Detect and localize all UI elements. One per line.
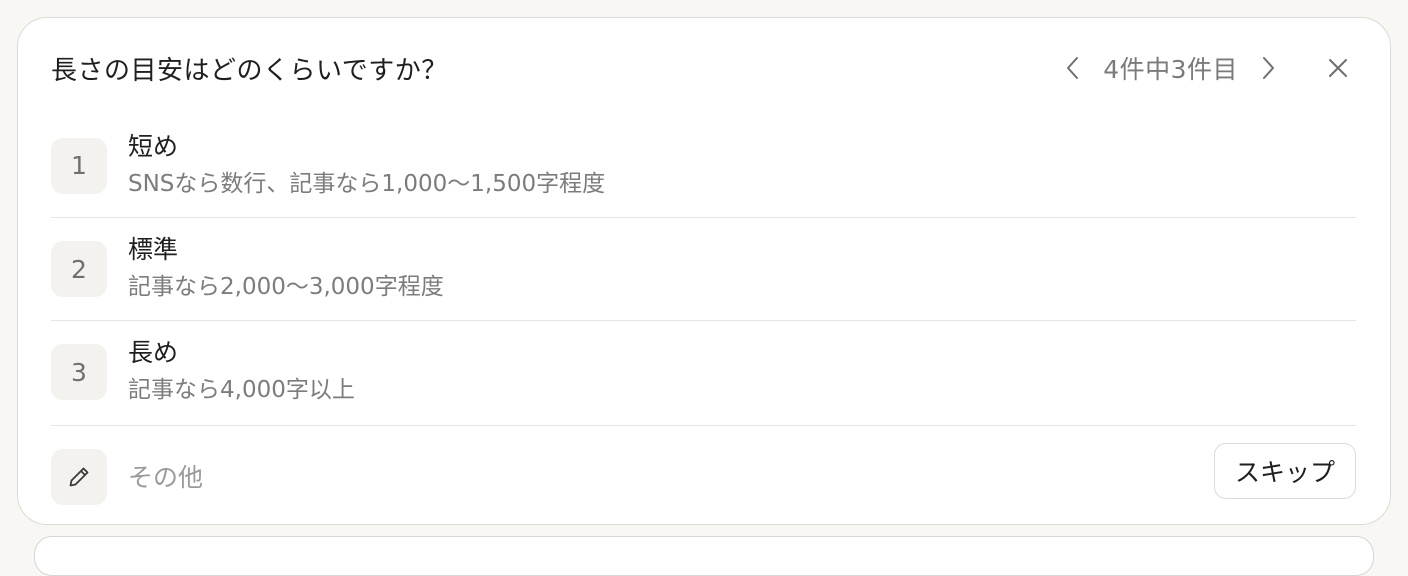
option-text: 長め 記事なら4,000字以上 — [128, 336, 355, 408]
option-item[interactable]: 3 長め 記事なら4,000字以上 — [51, 320, 1356, 423]
other-answer-row: スキップ — [51, 425, 1356, 528]
option-item[interactable]: 1 短め SNSなら数行、記事なら1,000〜1,500字程度 — [51, 114, 1356, 217]
option-label: 短め — [128, 131, 179, 161]
next-question-button[interactable] — [1248, 48, 1288, 88]
option-label: 標準 — [128, 235, 179, 264]
option-list: 1 短め SNSなら数行、記事なら1,000〜1,500字程度 2 標準 記事な… — [51, 114, 1356, 423]
chevron-right-icon — [1263, 57, 1274, 79]
option-number: 3 — [51, 344, 107, 400]
option-description: 記事なら4,000字以上 — [128, 377, 355, 403]
option-item[interactable]: 2 標準 記事なら2,000〜3,000字程度 — [51, 217, 1356, 320]
skip-button[interactable]: スキップ — [1213, 443, 1356, 499]
chevron-left-icon — [1067, 57, 1079, 79]
option-description: 記事なら2,000〜3,000字程度 — [128, 274, 444, 300]
option-number: 1 — [51, 137, 107, 194]
close-button[interactable] — [1316, 46, 1360, 90]
message-input-box[interactable] — [34, 536, 1374, 576]
other-answer-input[interactable] — [128, 457, 1028, 497]
question-counter: 4件中3件目 — [1103, 55, 1238, 84]
option-description: SNSなら数行、記事なら1,000〜1,500字程度 — [128, 170, 606, 197]
option-text: 標準 記事なら2,000〜3,000字程度 — [128, 233, 444, 305]
close-icon — [1329, 59, 1347, 77]
option-text: 短め SNSなら数行、記事なら1,000〜1,500字程度 — [128, 130, 605, 202]
question-card: 長さの目安はどのくらいですか？ 4件中3件目 1 短め SNSなら数行、記事なら… — [17, 17, 1391, 525]
pencil-badge — [51, 449, 107, 505]
pencil-icon — [69, 467, 89, 487]
previous-question-button[interactable] — [1053, 48, 1093, 88]
question-pager: 4件中3件目 — [1053, 46, 1360, 90]
option-number: 2 — [51, 241, 107, 297]
question-header: 長さの目安はどのくらいですか？ 4件中3件目 — [51, 46, 1360, 90]
option-label: 長め — [128, 338, 179, 367]
question-title: 長さの目安はどのくらいですか？ — [51, 55, 448, 86]
